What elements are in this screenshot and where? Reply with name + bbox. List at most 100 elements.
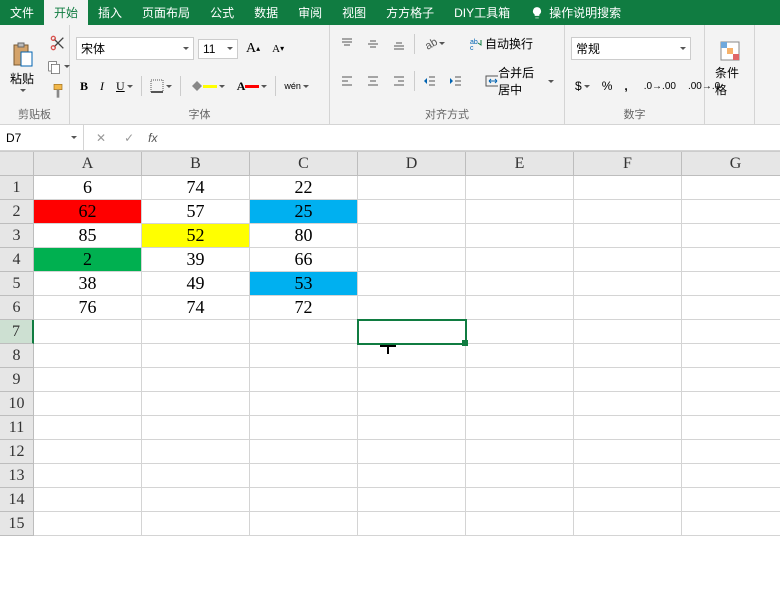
cell-D11[interactable] xyxy=(358,416,466,440)
cell-C4[interactable]: 66 xyxy=(250,248,358,272)
row-header-4[interactable]: 4 xyxy=(0,248,34,272)
merge-center-button[interactable]: 合并后居中 xyxy=(481,62,558,100)
cell-F9[interactable] xyxy=(574,368,682,392)
cell-F4[interactable] xyxy=(574,248,682,272)
cell-D6[interactable] xyxy=(358,296,466,320)
col-header-B[interactable]: B xyxy=(142,152,250,176)
cell-G7[interactable] xyxy=(682,320,780,344)
cell-G11[interactable] xyxy=(682,416,780,440)
cell-E13[interactable] xyxy=(466,464,574,488)
menu-tab-文件[interactable]: 文件 xyxy=(0,0,44,25)
comma-button[interactable]: , xyxy=(620,77,631,95)
cell-F11[interactable] xyxy=(574,416,682,440)
cell-A9[interactable] xyxy=(34,368,142,392)
formula-input[interactable] xyxy=(165,125,780,150)
cell-G5[interactable] xyxy=(682,272,780,296)
menu-tab-插入[interactable]: 插入 xyxy=(88,0,132,25)
cell-A1[interactable]: 6 xyxy=(34,176,142,200)
cell-B12[interactable] xyxy=(142,440,250,464)
row-header-2[interactable]: 2 xyxy=(0,200,34,224)
underline-button[interactable]: U xyxy=(112,77,137,96)
cell-F12[interactable] xyxy=(574,440,682,464)
cell-C8[interactable] xyxy=(250,344,358,368)
align-top-button[interactable] xyxy=(336,35,358,53)
align-middle-button[interactable] xyxy=(362,35,384,53)
cell-B13[interactable] xyxy=(142,464,250,488)
cell-B9[interactable] xyxy=(142,368,250,392)
cell-E1[interactable] xyxy=(466,176,574,200)
cell-B2[interactable]: 57 xyxy=(142,200,250,224)
cell-E3[interactable] xyxy=(466,224,574,248)
align-bottom-button[interactable] xyxy=(388,35,410,53)
cell-B15[interactable] xyxy=(142,512,250,536)
select-all-corner[interactable] xyxy=(0,152,34,176)
cell-C12[interactable] xyxy=(250,440,358,464)
conditional-formatting-button[interactable]: 条件格 xyxy=(711,38,748,100)
cell-E8[interactable] xyxy=(466,344,574,368)
cell-G9[interactable] xyxy=(682,368,780,392)
cell-D2[interactable] xyxy=(358,200,466,224)
cell-D13[interactable] xyxy=(358,464,466,488)
col-header-E[interactable]: E xyxy=(466,152,574,176)
cell-C6[interactable]: 72 xyxy=(250,296,358,320)
cell-D9[interactable] xyxy=(358,368,466,392)
cell-B8[interactable] xyxy=(142,344,250,368)
cell-D8[interactable] xyxy=(358,344,466,368)
cell-A6[interactable]: 76 xyxy=(34,296,142,320)
cell-A8[interactable] xyxy=(34,344,142,368)
name-box[interactable]: D7 xyxy=(0,125,84,150)
align-center-button[interactable] xyxy=(362,72,384,90)
cancel-formula-button[interactable]: ✕ xyxy=(92,129,110,147)
cell-F8[interactable] xyxy=(574,344,682,368)
cell-E4[interactable] xyxy=(466,248,574,272)
cell-F6[interactable] xyxy=(574,296,682,320)
menu-tab-开始[interactable]: 开始 xyxy=(44,0,88,25)
cell-C11[interactable] xyxy=(250,416,358,440)
col-header-G[interactable]: G xyxy=(682,152,780,176)
cell-G4[interactable] xyxy=(682,248,780,272)
row-header-12[interactable]: 12 xyxy=(0,440,34,464)
cell-A2[interactable]: 62 xyxy=(34,200,142,224)
cell-G12[interactable] xyxy=(682,440,780,464)
cell-F13[interactable] xyxy=(574,464,682,488)
row-header-5[interactable]: 5 xyxy=(0,272,34,296)
bold-button[interactable]: B xyxy=(76,77,92,96)
cell-C13[interactable] xyxy=(250,464,358,488)
cell-D15[interactable] xyxy=(358,512,466,536)
accounting-format-button[interactable]: $ xyxy=(571,77,594,95)
cell-A5[interactable]: 38 xyxy=(34,272,142,296)
phonetic-button[interactable]: wén xyxy=(280,79,313,93)
cell-A7[interactable] xyxy=(34,320,142,344)
cell-F10[interactable] xyxy=(574,392,682,416)
cell-A12[interactable] xyxy=(34,440,142,464)
enter-formula-button[interactable]: ✓ xyxy=(120,129,138,147)
menu-tab-DIY工具箱[interactable]: DIY工具箱 xyxy=(444,0,520,25)
menu-tab-方方格子[interactable]: 方方格子 xyxy=(376,0,444,25)
font-name-select[interactable]: 宋体 xyxy=(76,37,194,60)
cell-F5[interactable] xyxy=(574,272,682,296)
cell-G14[interactable] xyxy=(682,488,780,512)
row-header-10[interactable]: 10 xyxy=(0,392,34,416)
row-header-9[interactable]: 9 xyxy=(0,368,34,392)
border-button[interactable] xyxy=(146,77,176,95)
col-header-D[interactable]: D xyxy=(358,152,466,176)
decrease-font-button[interactable]: A▾ xyxy=(268,41,288,57)
cell-A3[interactable]: 85 xyxy=(34,224,142,248)
orientation-button[interactable]: ab xyxy=(419,35,449,53)
cell-G13[interactable] xyxy=(682,464,780,488)
cell-F15[interactable] xyxy=(574,512,682,536)
worksheet-grid[interactable]: ABCDEFG167422262572538552804239665384953… xyxy=(0,151,780,536)
row-header-8[interactable]: 8 xyxy=(0,344,34,368)
row-header-7[interactable]: 7 xyxy=(0,320,34,344)
cell-B11[interactable] xyxy=(142,416,250,440)
cell-G6[interactable] xyxy=(682,296,780,320)
row-header-14[interactable]: 14 xyxy=(0,488,34,512)
row-header-11[interactable]: 11 xyxy=(0,416,34,440)
font-color-button[interactable]: A xyxy=(233,77,272,96)
cell-C7[interactable] xyxy=(250,320,358,344)
cell-C10[interactable] xyxy=(250,392,358,416)
percent-button[interactable]: % xyxy=(598,77,617,95)
cell-F1[interactable] xyxy=(574,176,682,200)
cell-B14[interactable] xyxy=(142,488,250,512)
wrap-text-button[interactable]: abc自动换行 xyxy=(465,33,537,54)
